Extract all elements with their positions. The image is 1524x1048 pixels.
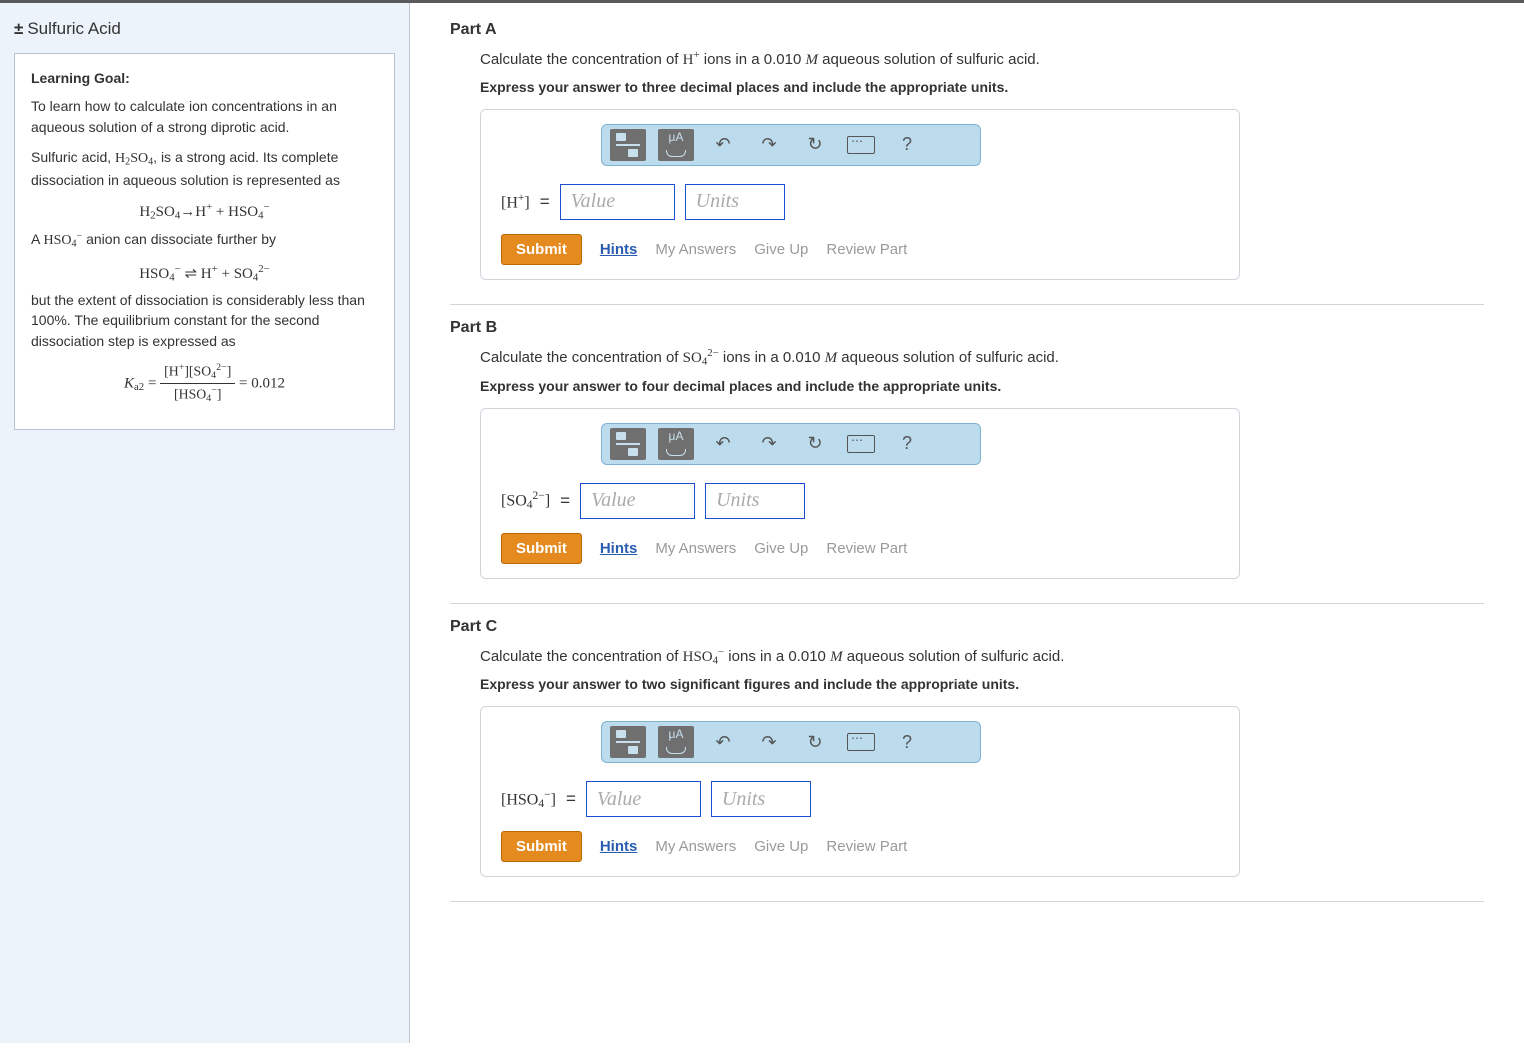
fraction-template-icon[interactable]: [610, 129, 646, 161]
part-c: Part C Calculate the concentration of HS…: [450, 604, 1484, 903]
hints-link[interactable]: Hints: [600, 241, 638, 258]
part-instruction: Express your answer to three decimal pla…: [480, 79, 1484, 95]
my-answers-link[interactable]: My Answers: [655, 540, 736, 557]
units-input[interactable]: [711, 781, 811, 817]
units-mu-icon[interactable]: μA: [658, 428, 694, 460]
answer-box: μA ↶ ↷ ↻ ? [HSO4−] = Submit Hints My Ans…: [480, 706, 1240, 877]
units-mu-icon[interactable]: μA: [658, 726, 694, 758]
answer-input-row: [SO42−] =: [481, 465, 1239, 519]
answer-input-row: [HSO4−] =: [481, 763, 1239, 817]
value-input[interactable]: [560, 184, 675, 220]
help-icon[interactable]: ?: [890, 129, 924, 161]
part-a: Part A Calculate the concentration of H+…: [450, 21, 1484, 305]
answer-toolbar: μA ↶ ↷ ↻ ?: [601, 721, 981, 763]
equation-second-dissoc: HSO4− ⇌ H+ + SO42−: [31, 262, 378, 286]
part-title: Part C: [450, 618, 1484, 636]
part-instruction: Express your answer to four decimal plac…: [480, 378, 1484, 394]
goal-para-2: Sulfuric acid, H2SO4, is a strong acid. …: [31, 147, 378, 190]
reset-icon[interactable]: ↻: [798, 726, 832, 758]
give-up-link[interactable]: Give Up: [754, 241, 808, 258]
units-input[interactable]: [685, 184, 785, 220]
keyboard-icon[interactable]: [844, 428, 878, 460]
sidebar: ±Sulfuric Acid Learning Goal: To learn h…: [0, 3, 410, 1043]
part-description: Calculate the concentration of SO42− ion…: [480, 347, 1484, 368]
give-up-link[interactable]: Give Up: [754, 838, 808, 855]
undo-icon[interactable]: ↶: [706, 428, 740, 460]
redo-icon[interactable]: ↷: [752, 129, 786, 161]
review-part-link[interactable]: Review Part: [826, 838, 907, 855]
submit-button[interactable]: Submit: [501, 831, 582, 862]
answer-actions: Submit Hints My Answers Give Up Review P…: [481, 519, 1239, 564]
answer-input-row: [H+] =: [481, 166, 1239, 220]
review-part-link[interactable]: Review Part: [826, 241, 907, 258]
answer-toolbar: μA ↶ ↷ ↻ ?: [601, 423, 981, 465]
answer-toolbar: μA ↶ ↷ ↻ ?: [601, 124, 981, 166]
equation-ka2: Ka2 = [H+][SO42−][HSO4−] = 0.012: [31, 361, 378, 407]
fraction-template-icon[interactable]: [610, 726, 646, 758]
give-up-link[interactable]: Give Up: [754, 540, 808, 557]
undo-icon[interactable]: ↶: [706, 726, 740, 758]
value-input[interactable]: [586, 781, 701, 817]
hints-link[interactable]: Hints: [600, 540, 638, 557]
goal-para-4: but the extent of dissociation is consid…: [31, 290, 378, 351]
review-part-link[interactable]: Review Part: [826, 540, 907, 557]
main-content: Part A Calculate the concentration of H+…: [410, 3, 1524, 1043]
help-icon[interactable]: ?: [890, 726, 924, 758]
equation-first-dissoc: H2SO4→H+ + HSO4−: [31, 200, 378, 224]
my-answers-link[interactable]: My Answers: [655, 241, 736, 258]
redo-icon[interactable]: ↷: [752, 428, 786, 460]
goal-para-1: To learn how to calculate ion concentrat…: [31, 96, 378, 137]
problem-title: ±Sulfuric Acid: [14, 19, 395, 39]
answer-lhs: [SO42−]: [501, 490, 550, 511]
units-mu-icon[interactable]: μA: [658, 129, 694, 161]
undo-icon[interactable]: ↶: [706, 129, 740, 161]
part-description: Calculate the concentration of H+ ions i…: [480, 49, 1484, 69]
answer-lhs: [HSO4−]: [501, 789, 556, 810]
hints-link[interactable]: Hints: [600, 838, 638, 855]
part-description: Calculate the concentration of HSO4− ion…: [480, 646, 1484, 667]
value-input[interactable]: [580, 483, 695, 519]
equals-sign: =: [566, 789, 576, 809]
fraction-template-icon[interactable]: [610, 428, 646, 460]
answer-box: μA ↶ ↷ ↻ ? [H+] = Submit Hints My Answer…: [480, 109, 1240, 280]
answer-box: μA ↶ ↷ ↻ ? [SO42−] = Submit Hints My Ans…: [480, 408, 1240, 579]
answer-actions: Submit Hints My Answers Give Up Review P…: [481, 817, 1239, 862]
submit-button[interactable]: Submit: [501, 533, 582, 564]
answer-lhs: [H+]: [501, 192, 530, 212]
help-icon[interactable]: ?: [890, 428, 924, 460]
part-title: Part B: [450, 319, 1484, 337]
equals-sign: =: [540, 192, 550, 212]
my-answers-link[interactable]: My Answers: [655, 838, 736, 855]
submit-button[interactable]: Submit: [501, 234, 582, 265]
goal-para-3: A HSO4− anion can dissociate further by: [31, 229, 378, 252]
units-input[interactable]: [705, 483, 805, 519]
keyboard-icon[interactable]: [844, 726, 878, 758]
keyboard-icon[interactable]: [844, 129, 878, 161]
reset-icon[interactable]: ↻: [798, 428, 832, 460]
learning-goal-box: Learning Goal: To learn how to calculate…: [14, 53, 395, 430]
reset-icon[interactable]: ↻: [798, 129, 832, 161]
redo-icon[interactable]: ↷: [752, 726, 786, 758]
equals-sign: =: [560, 491, 570, 511]
part-instruction: Express your answer to two significant f…: [480, 676, 1484, 692]
part-b: Part B Calculate the concentration of SO…: [450, 305, 1484, 604]
learning-goal-heading: Learning Goal:: [31, 68, 378, 88]
answer-actions: Submit Hints My Answers Give Up Review P…: [481, 220, 1239, 265]
part-title: Part A: [450, 21, 1484, 39]
